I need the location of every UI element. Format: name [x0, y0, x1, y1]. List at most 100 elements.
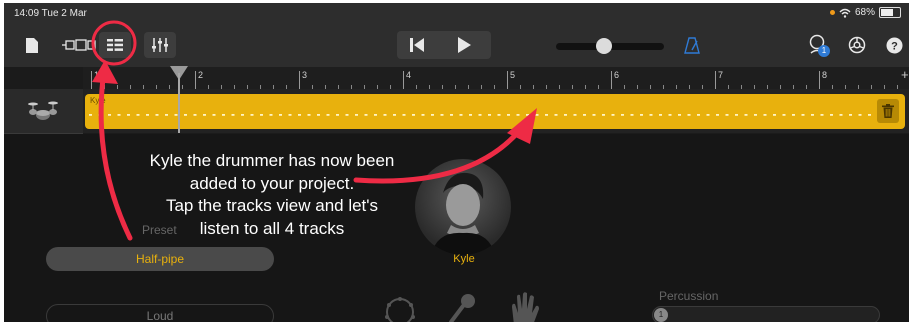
drummer-avatar[interactable]: [415, 159, 511, 255]
ruler-bar-line: [299, 71, 300, 89]
volume-knob[interactable]: [596, 38, 612, 54]
beat-mark: [469, 114, 472, 116]
status-right: 68%: [829, 7, 901, 18]
beat-mark: [602, 114, 605, 116]
beat-mark: [706, 114, 710, 116]
beat-mark: [782, 114, 786, 116]
beat-mark: [725, 114, 729, 116]
beat-mark: [687, 114, 691, 116]
loop-browser-button[interactable]: 1: [807, 32, 831, 58]
beat-mark: [497, 114, 501, 116]
tambourine-icon[interactable]: [380, 294, 420, 322]
ruler-bar-number: 8: [822, 70, 828, 80]
beat-mark: [450, 114, 453, 116]
metronome-icon: [684, 36, 700, 54]
beat-mark: [649, 114, 653, 116]
beat-mark: [241, 114, 244, 116]
beat-mark: [231, 114, 235, 116]
percussion-slider[interactable]: 1: [652, 306, 880, 322]
toolbar: 1 ?: [4, 25, 909, 67]
beat-mark: [402, 114, 406, 116]
beat-mark: [269, 114, 273, 116]
beat-mark: [307, 114, 311, 116]
beat-mark: [611, 114, 615, 116]
beat-mark: [193, 114, 197, 116]
microphone-icon[interactable]: [447, 292, 479, 322]
add-section-button[interactable]: +: [901, 67, 909, 82]
timeline-ruler[interactable]: 1 2 3 4 5 6 7 8: [83, 67, 909, 90]
notification-badge: 1: [818, 45, 830, 57]
beat-mark: [421, 114, 425, 116]
ruler-bar-number: 7: [718, 70, 724, 80]
help-icon: ?: [886, 37, 902, 53]
metronome-button[interactable]: [682, 32, 702, 58]
delete-region-button[interactable]: [877, 99, 899, 123]
loud-axis-label: Loud: [46, 304, 274, 322]
play-button[interactable]: [455, 36, 473, 59]
beat-mark: [440, 114, 444, 116]
drummer-region[interactable]: Kyle: [85, 94, 905, 129]
beat-mark: [564, 114, 567, 116]
ruler-bar-number: 2: [198, 70, 204, 80]
beat-mark: [849, 114, 852, 116]
beat-mark: [336, 114, 339, 116]
caption-line-3: Tap the tracks view and let's: [165, 196, 379, 215]
beat-mark: [640, 114, 643, 116]
beat-mark: [744, 114, 748, 116]
beat-mark: [298, 114, 301, 116]
beat-mark: [478, 114, 482, 116]
mixer-icon: [152, 38, 168, 52]
battery-percent: 68%: [854, 7, 875, 18]
hand-clap-icon[interactable]: [506, 291, 540, 322]
ruler-bar-line: [819, 71, 820, 89]
beat-mark: [763, 114, 767, 116]
beat-mark: [326, 114, 330, 116]
beat-mark: [108, 114, 111, 116]
percussion-knob[interactable]: 1: [654, 308, 668, 322]
track-view-button[interactable]: [60, 32, 98, 58]
beat-mark: [630, 114, 634, 116]
beat-mark: [801, 114, 805, 116]
svg-text:?: ?: [891, 40, 898, 52]
tracks-list-button[interactable]: [99, 32, 131, 58]
caption-line-2: added to your project.: [189, 173, 355, 193]
beat-mark: [212, 114, 216, 116]
beat-mark: [184, 114, 187, 116]
mixer-button[interactable]: [144, 32, 176, 58]
beat-mark: [754, 114, 757, 116]
help-button[interactable]: ?: [884, 32, 904, 58]
tutorial-caption: Kyle the drummer has now been added to y…: [122, 150, 422, 240]
beat-mark: [535, 114, 539, 116]
beat-mark: [165, 114, 168, 116]
beat-mark: [735, 114, 738, 116]
ruler-bar-line: [91, 71, 92, 89]
beat-mark: [203, 114, 206, 116]
beat-mark: [858, 114, 862, 116]
beat-mark: [678, 114, 681, 116]
skip-back-button[interactable]: [407, 36, 427, 59]
preset-selector[interactable]: Half-pipe: [46, 247, 274, 271]
status-time: 14:09 Tue 2 Mar: [14, 8, 87, 19]
ruler-bar-line: [715, 71, 716, 89]
document-icon: [26, 37, 38, 53]
beat-mark: [545, 114, 548, 116]
beat-pattern: [89, 114, 871, 116]
beat-mark: [288, 114, 292, 116]
settings-icon: [848, 36, 866, 54]
settings-button[interactable]: [847, 32, 867, 58]
drummer-name: Kyle: [453, 253, 475, 265]
beat-mark: [383, 114, 387, 116]
document-button[interactable]: [23, 32, 41, 58]
beat-mark: [222, 114, 225, 116]
beat-mark: [668, 114, 672, 116]
beat-mark: [412, 114, 415, 116]
master-volume-slider[interactable]: [556, 38, 664, 54]
beat-mark: [155, 114, 159, 116]
play-icon: [458, 37, 471, 53]
beat-mark: [868, 114, 871, 116]
beat-mark: [136, 114, 140, 116]
ruler-bar-number: 4: [406, 70, 412, 80]
beat-mark: [393, 114, 396, 116]
track-header-drums[interactable]: [4, 89, 83, 134]
beat-mark: [820, 114, 824, 116]
